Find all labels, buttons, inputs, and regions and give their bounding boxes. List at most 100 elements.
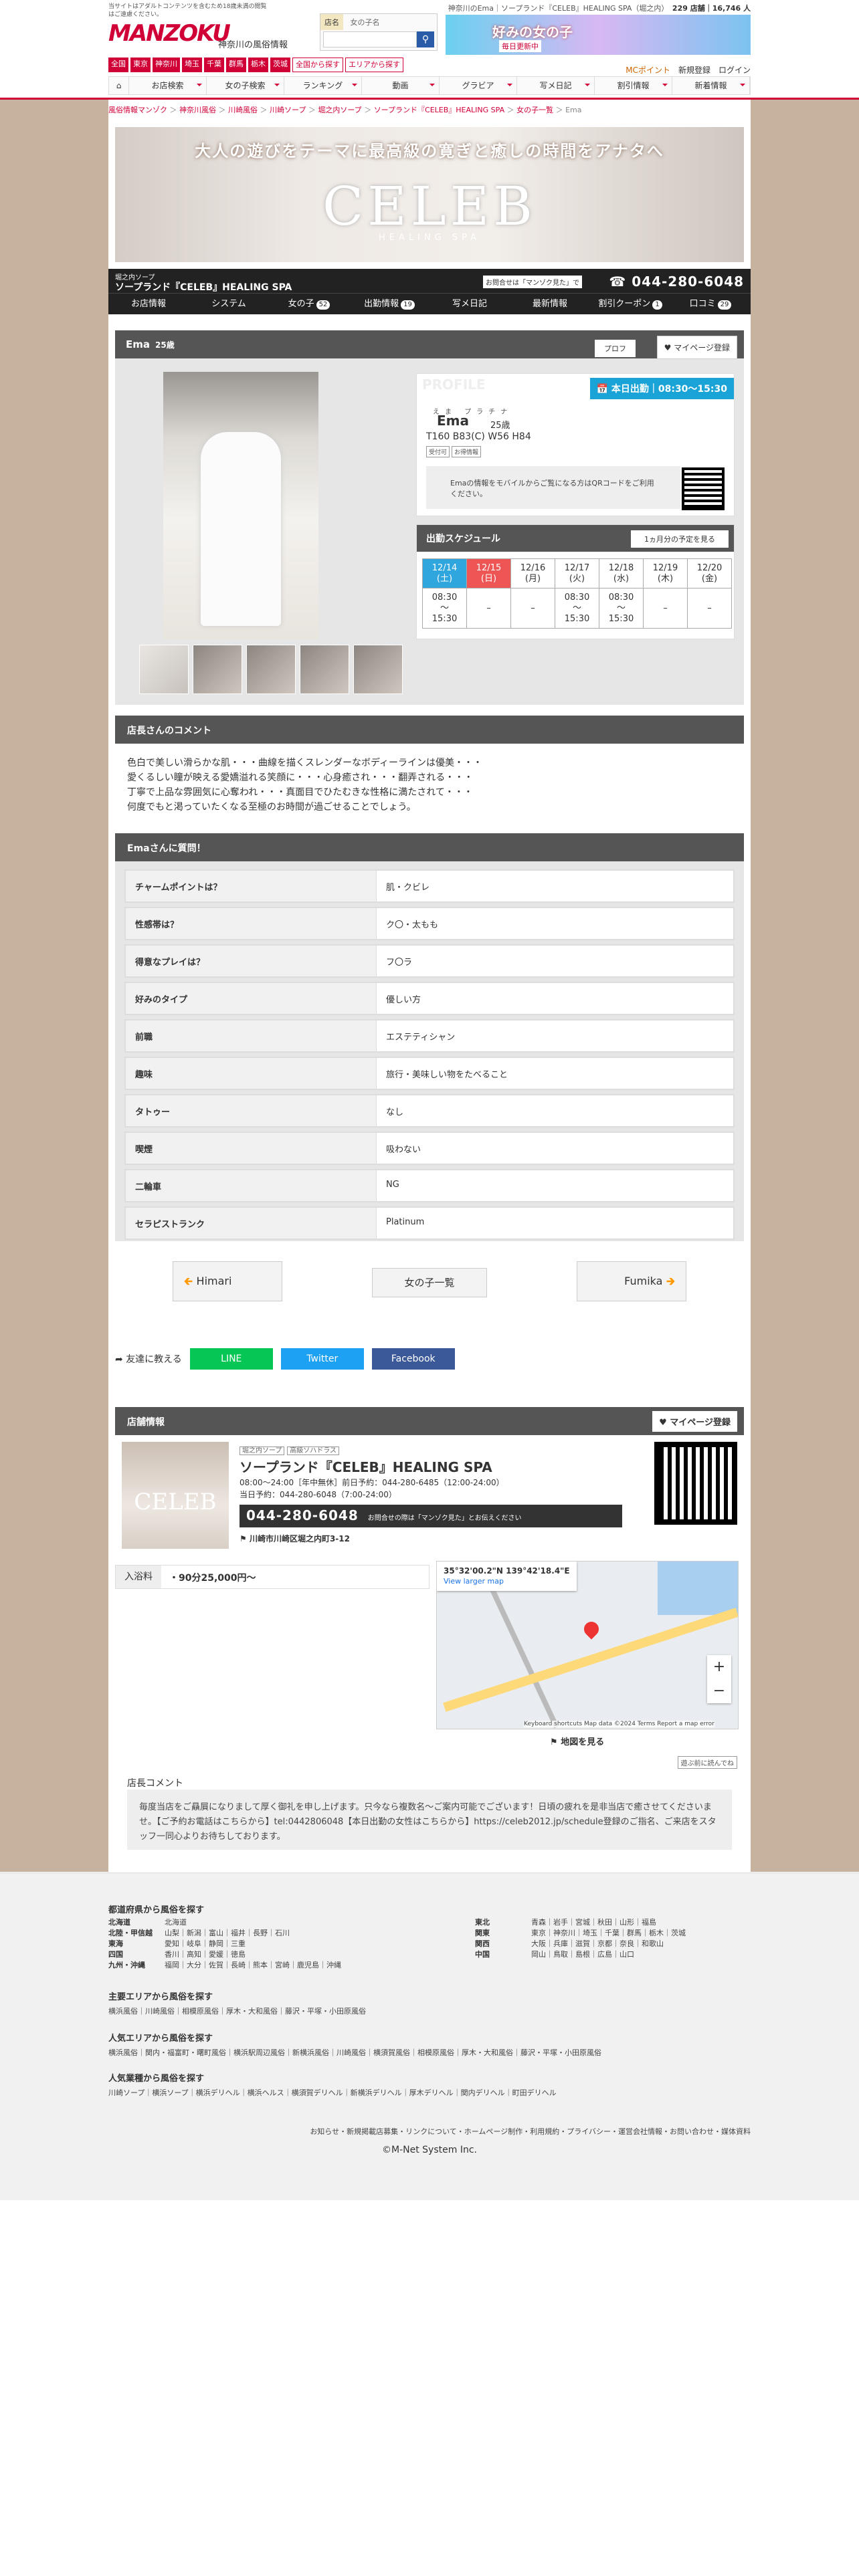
shop-tab-coupon[interactable]: 割引クーポン 1 xyxy=(590,294,670,314)
girl-photo[interactable] xyxy=(163,372,318,639)
search-all-button[interactable]: 全国から探す xyxy=(292,58,343,72)
map-larger-link[interactable]: View larger map xyxy=(444,1576,570,1587)
nav-new[interactable]: 新着情報 xyxy=(672,77,750,94)
footer-pop-links[interactable]: 横浜風俗｜関内・福富町・曙町風俗｜横浜駅周辺風俗｜新横浜風俗｜川崎風俗｜横須賀風… xyxy=(108,2047,601,2058)
pref-link[interactable]: 埼玉 xyxy=(182,58,202,72)
guide-link[interactable]: 遊ぶ前に読んでね xyxy=(677,1756,737,1769)
map-zoom-controls[interactable]: + − xyxy=(707,1655,731,1703)
shop-map[interactable]: 35°32'00.2"N 139°42'18.4"E View larger ma… xyxy=(436,1561,739,1729)
shop-tab-diary[interactable]: 写メ日記 xyxy=(430,294,510,314)
shop-tel[interactable]: ☎ 044-280-6048 xyxy=(609,274,744,290)
breadcrumb-item[interactable]: 川崎ソープ xyxy=(270,106,306,114)
breadcrumb-item[interactable]: 堀之内ソープ xyxy=(318,106,361,114)
thumbnail[interactable] xyxy=(300,645,349,694)
shop-tab-news[interactable]: 最新情報 xyxy=(510,294,590,314)
pref-link[interactable]: 全国 xyxy=(108,58,128,72)
search-tab-shop[interactable]: 店名 xyxy=(320,14,343,30)
next-girl-button[interactable]: Fumika 🡲 xyxy=(577,1261,686,1301)
breadcrumb-item[interactable]: 女の子一覧 xyxy=(516,106,553,114)
footer-pref-links[interactable]: 福岡｜大分｜佐賀｜長崎｜熊本｜宮崎｜鹿児島｜沖縄 xyxy=(165,1961,341,1969)
mc-point-link[interactable]: MCポイント xyxy=(626,64,670,76)
breadcrumb-item[interactable]: 神奈川風俗 xyxy=(179,106,216,114)
thumbnail[interactable] xyxy=(193,645,242,694)
schedule-time: 08:30 〜 15:30 xyxy=(555,588,599,629)
prev-girl-name: Himari xyxy=(196,1275,232,1287)
zoom-out-icon[interactable]: − xyxy=(707,1679,731,1703)
inquiry-note: お問合せは「マンゾク見た」で xyxy=(483,276,582,288)
map-footer: Keyboard shortcuts Map data ©2024 Terms … xyxy=(524,1721,714,1727)
home-icon[interactable]: ⌂ xyxy=(109,77,129,94)
search-input[interactable] xyxy=(323,31,417,47)
register-link[interactable]: 新規登録 xyxy=(678,64,710,76)
girl-list-button[interactable]: 女の子一覧 xyxy=(372,1268,487,1297)
nav-gravure[interactable]: グラビア xyxy=(440,77,517,94)
nav-ranking[interactable]: ランキング xyxy=(284,77,362,94)
footer-pref-links[interactable]: 岡山｜鳥取｜島根｜広島｜山口 xyxy=(531,1950,634,1959)
footer-pref-row: 東北 青森｜岩手｜宮城｜秋田｜山形｜福島 xyxy=(475,1917,686,1928)
search-tab-girl[interactable]: 女の子名 xyxy=(346,14,383,30)
footer-pref-links[interactable]: 青森｜岩手｜宮城｜秋田｜山形｜福島 xyxy=(531,1918,656,1927)
site-logo[interactable]: MANZOKU xyxy=(108,20,231,47)
search-area-button[interactable]: エリアから探す xyxy=(345,58,403,72)
nav-shop-search[interactable]: お店検索 xyxy=(129,77,207,94)
schedule-time: – xyxy=(466,588,511,629)
breadcrumb-item[interactable]: 風俗情報マンゾク xyxy=(108,106,167,114)
header-divider xyxy=(0,98,859,100)
shop-name[interactable]: ソープランド『CELEB』HEALING SPA xyxy=(115,280,292,294)
nav-diary[interactable]: 写メ日記 xyxy=(517,77,595,94)
nav-video[interactable]: 動画 xyxy=(362,77,440,94)
zoom-in-icon[interactable]: + xyxy=(707,1655,731,1679)
top-banner[interactable]: 好みの女の子 毎日更新中 xyxy=(446,15,751,55)
shop-tab-system[interactable]: システム xyxy=(189,294,269,314)
nav-girl-search[interactable]: 女の子検索 xyxy=(207,77,284,94)
pref-link[interactable]: 栃木 xyxy=(248,58,268,72)
footer-pref-links[interactable]: 香川｜高知｜愛媛｜徳島 xyxy=(165,1950,246,1959)
mypage-button[interactable]: ♥ マイページ登録 xyxy=(656,336,737,359)
pref-link[interactable]: 東京 xyxy=(130,58,151,72)
footer-area-links[interactable]: 横浜風俗｜川崎風俗｜相模原風俗｜厚木・大和風俗｜藤沢・平塚・小田原風俗 xyxy=(108,2006,366,2016)
thumbnail[interactable] xyxy=(139,645,189,694)
shop-tab-label: 口コミ xyxy=(689,299,716,309)
footer-pref-links[interactable]: 北海道 xyxy=(165,1918,187,1927)
pref-link[interactable]: 千葉 xyxy=(204,58,224,72)
footer-pref-links[interactable]: 愛知｜岐阜｜静岡｜三重 xyxy=(165,1939,246,1948)
shop-mypage-label: マイページ登録 xyxy=(670,1418,731,1428)
prev-girl-button[interactable]: 🡰 Himari xyxy=(173,1261,282,1301)
pref-link[interactable]: 神奈川 xyxy=(153,58,180,72)
shop-thumbnail[interactable]: CELEB xyxy=(122,1442,229,1549)
shop-mypage-button[interactable]: ♥ マイページ登録 xyxy=(652,1411,737,1432)
shop-hours: 08:00〜24:00［年中無休］前日予約：044-280-6485（12:00… xyxy=(240,1477,504,1501)
breadcrumb-item[interactable]: ソープランド『CELEB』HEALING SPA xyxy=(374,106,504,114)
breadcrumb-item[interactable]: 川崎風俗 xyxy=(228,106,258,114)
schedule-more-button[interactable]: 1ヵ月分の予定を見る xyxy=(631,530,729,548)
footer-pref-row: 北海道 北海道 xyxy=(108,1917,341,1928)
thumbnail[interactable] xyxy=(353,645,403,694)
schedule-day: 12/14 (土) xyxy=(422,558,467,588)
footer-pref-links[interactable]: 大阪｜兵庫｜滋賀｜京都｜奈良｜和歌山 xyxy=(531,1939,664,1948)
shop-tab-schedule[interactable]: 出勤情報 19 xyxy=(349,294,430,314)
pref-link[interactable]: 茨城 xyxy=(270,58,290,72)
shop-tab-girls[interactable]: 女の子 52 xyxy=(269,294,349,314)
search-icon[interactable]: ⚲ xyxy=(417,31,434,47)
shop-telbar[interactable]: 044-280-6048 お問合せの際は「マンゾク見た」とお伝えください xyxy=(240,1505,622,1527)
banner-sub: 毎日更新中 xyxy=(499,40,541,52)
shop-tab-reviews[interactable]: 口コミ 29 xyxy=(670,294,751,314)
share-facebook-button[interactable]: Facebook xyxy=(371,1348,455,1370)
view-map-button[interactable]: ⚑ 地図を見る xyxy=(550,1735,604,1747)
footer-bottom-links[interactable]: お知らせ・新規掲載店募集・リンクについて・ホームページ制作・利用規約・プライバシ… xyxy=(310,2126,751,2137)
shop-tab-info[interactable]: お店情報 xyxy=(108,294,189,314)
login-link[interactable]: ログイン xyxy=(719,64,751,76)
pref-link[interactable]: 群馬 xyxy=(226,58,246,72)
rank-kana: プラチナ xyxy=(464,409,513,416)
shop-info-name[interactable]: ソープランド『CELEB』HEALING SPA xyxy=(240,1457,492,1476)
nav-discount[interactable]: 割引情報 xyxy=(595,77,672,94)
footer-pref-links[interactable]: 山梨｜新潟｜富山｜福井｜長野｜石川 xyxy=(165,1929,290,1937)
tab-profile[interactable]: プロフ xyxy=(595,340,636,357)
footer-pref-row: 北陸・甲信越 山梨｜新潟｜富山｜福井｜長野｜石川 xyxy=(108,1928,341,1939)
thumbnail[interactable] xyxy=(246,645,296,694)
share-twitter-button[interactable]: Twitter xyxy=(280,1348,364,1370)
hero-image: 大人の遊びをテーマに最高級の寛ぎと癒しの時間をアナタへ CELEB HEALIN… xyxy=(115,127,744,262)
share-line-button[interactable]: LINE xyxy=(189,1348,273,1370)
footer-type-links[interactable]: 川崎ソープ｜横浜ソープ｜横浜デリヘル｜横浜ヘルス｜横須賀デリヘル｜新横浜デリヘル… xyxy=(108,2087,557,2098)
footer-pref-links[interactable]: 東京｜神奈川｜埼玉｜千葉｜群馬｜栃木｜茨城 xyxy=(531,1929,686,1937)
